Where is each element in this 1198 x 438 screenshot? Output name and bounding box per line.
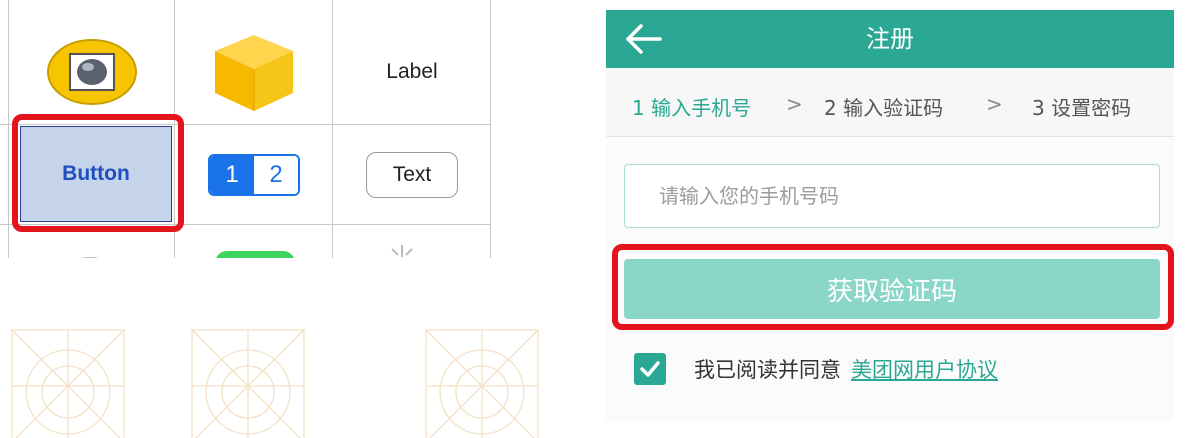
step-2: 2 输入验证码 [824,96,944,120]
grid-line [490,0,491,258]
checkmark-icon [640,361,660,377]
grid-line [8,0,9,258]
title-bar: 注册 [606,10,1174,68]
partial-icon [80,257,100,258]
agreement-row: 我已阅读并同意 美团网用户协议 [634,349,998,389]
decorative-pattern [11,329,539,438]
label-item-text: Label [386,60,438,83]
label-item[interactable]: Label [334,20,490,124]
segment-2: 2 [254,155,298,194]
agreement-checkbox[interactable] [634,353,666,385]
image-view-icon [47,39,137,105]
grid-line [332,0,333,258]
step-separator: > [986,92,1003,116]
step-3: 3 设置密码 [1032,96,1132,120]
activity-indicator-item[interactable] [60,250,120,258]
signup-screen: 注册 1 输入手机号 > 2 输入验证码 > 3 设置密码 获取验证码 我已阅读… [606,10,1174,422]
cube-object-item[interactable] [176,20,332,124]
step-separator: > [786,92,803,116]
get-code-highlight-frame [612,244,1174,330]
spinner-icon [391,245,413,257]
phone-number-input[interactable] [624,164,1160,228]
image-view-item[interactable] [10,20,174,124]
agreement-text: 我已阅读并同意 [694,358,841,382]
button-highlight-frame [12,114,184,232]
segmented-control-item[interactable]: 1 2 [176,125,332,224]
switch-icon [216,251,294,258]
switch-item[interactable] [210,248,300,258]
component-palette: Label Button 1 2 Text [0,0,510,258]
segmented-control: 1 2 [208,153,300,196]
spinner-item[interactable] [380,242,424,258]
page-title: 注册 [866,25,914,53]
step-1: 1 输入手机号 [632,96,752,120]
agreement-link[interactable]: 美团网用户协议 [851,354,998,384]
text-field-sample: Text [366,151,458,198]
step-indicator: 1 输入手机号 > 2 输入验证码 > 3 设置密码 [606,68,1174,137]
segment-1: 1 [210,155,254,194]
cube-icon [215,35,293,111]
text-field-item[interactable]: Text [334,125,490,224]
